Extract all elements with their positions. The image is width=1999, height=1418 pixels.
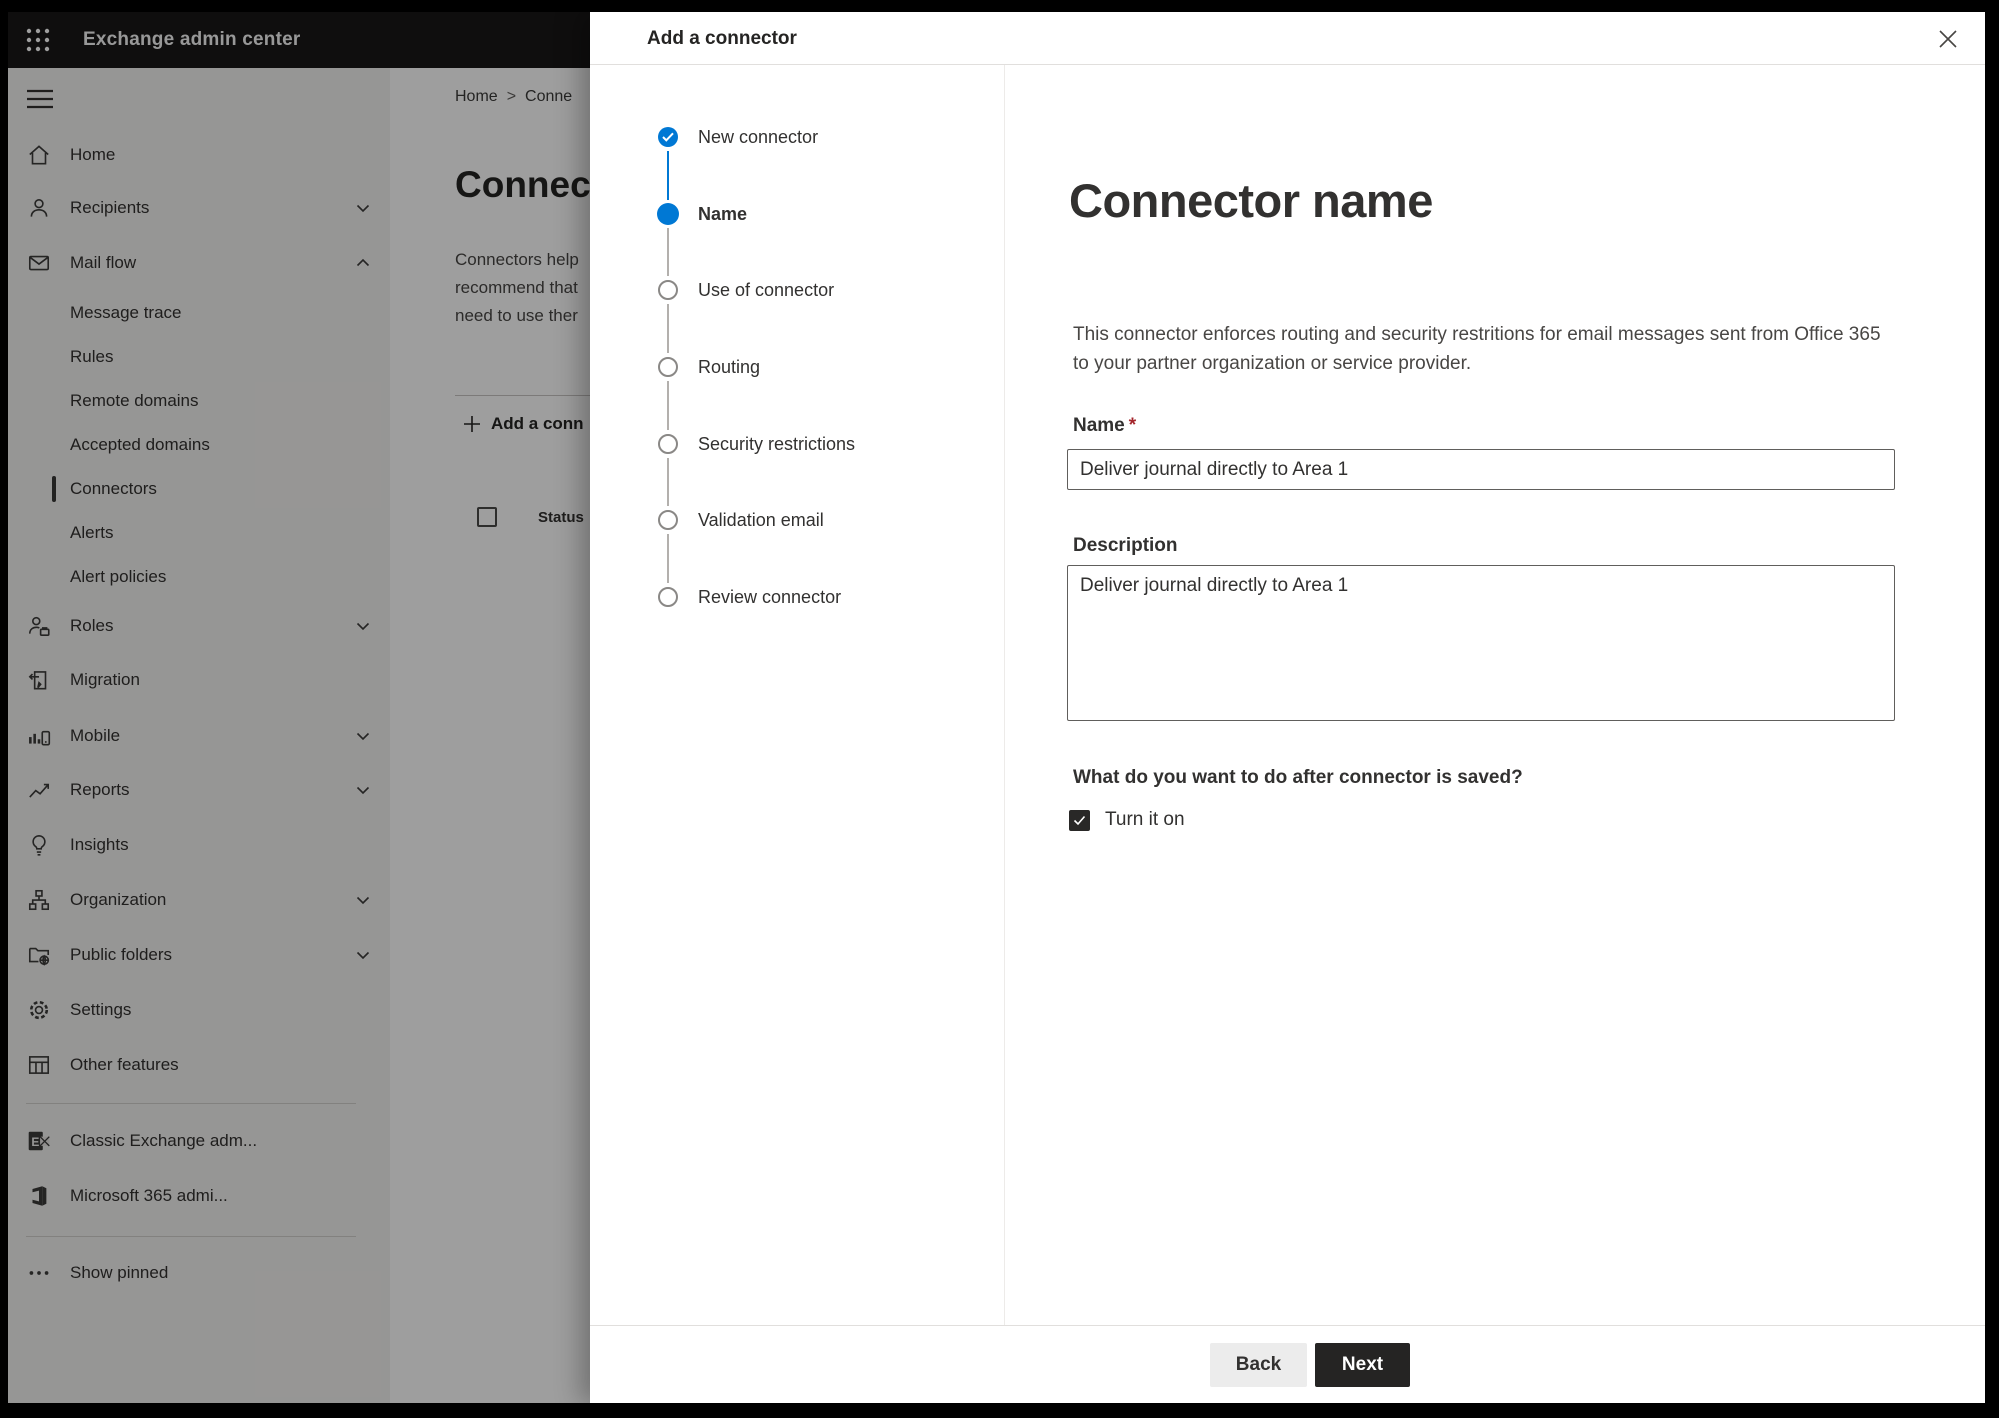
step-use-of-connector[interactable]: Use of connector (658, 268, 834, 312)
panel-title: Add a connector (647, 28, 797, 49)
turn-it-on-option[interactable]: Turn it on (1069, 809, 1185, 831)
name-field-label: Name * (1073, 415, 1137, 436)
connector-description-textarea[interactable]: Deliver journal directly to Area 1 (1067, 565, 1895, 721)
panel-header: Add a connector (590, 12, 1985, 65)
check-icon (662, 132, 674, 142)
check-icon (1073, 815, 1086, 825)
turn-it-on-label: Turn it on (1105, 809, 1185, 830)
step-name[interactable]: Name (657, 192, 747, 236)
step-upcoming-icon (658, 357, 678, 377)
description-field-label: Description (1073, 535, 1178, 556)
turn-it-on-checkbox[interactable] (1069, 809, 1090, 831)
step-description: This connector enforces routing and secu… (1073, 324, 1881, 374)
panel-body: New connector Name Use of connector Rout… (590, 65, 1985, 1325)
panel-footer: Back Next (590, 1325, 1985, 1403)
step-routing[interactable]: Routing (658, 345, 760, 389)
step-security-restrictions[interactable]: Security restrictions (658, 422, 855, 466)
step-validation-email[interactable]: Validation email (658, 498, 824, 542)
add-connector-panel: Add a connector New connector Name Use o… (590, 12, 1985, 1403)
connector-name-input[interactable] (1067, 449, 1895, 490)
exchange-admin-app: Exchange admin center Home Recipients Ma… (8, 12, 1985, 1403)
step-heading: Connector name (1069, 174, 1433, 227)
step-completed-icon (658, 127, 678, 147)
back-button[interactable]: Back (1210, 1343, 1307, 1387)
step-upcoming-icon (658, 434, 678, 454)
required-asterisk: * (1128, 415, 1137, 436)
step-upcoming-icon (658, 510, 678, 530)
step-review-connector[interactable]: Review connector (658, 575, 841, 619)
wizard-steps-panel: New connector Name Use of connector Rout… (590, 65, 1005, 1325)
after-save-question: What do you want to do after connector i… (1073, 767, 1523, 788)
next-button[interactable]: Next (1315, 1343, 1410, 1387)
close-icon[interactable] (1935, 26, 1961, 52)
step-upcoming-icon (658, 587, 678, 607)
step-current-icon (657, 203, 679, 225)
step-upcoming-icon (658, 280, 678, 300)
step-new-connector[interactable]: New connector (658, 115, 818, 159)
step-content-panel: Connector name This connector enforces r… (1005, 65, 1985, 1325)
